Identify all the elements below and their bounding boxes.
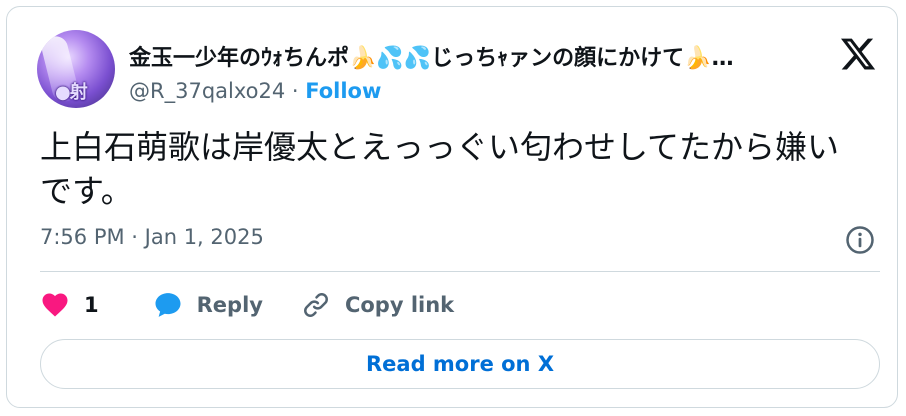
action-bar: 1 Reply Copy link — [40, 288, 492, 322]
reply-label: Reply — [196, 293, 263, 317]
handle-separator: · — [285, 79, 306, 103]
avatar-overlay-text: ●射 — [55, 82, 88, 103]
divider — [40, 271, 880, 272]
speech-bubble-icon — [155, 293, 181, 317]
author-display-name[interactable]: 金玉一少年のｳｫちんポ🍌💦💦じっちｬァンの顔にかけて🍌… — [129, 40, 819, 72]
like-count: 1 — [84, 293, 99, 317]
author-handle-row: @R_37qalxo24 · Follow — [129, 79, 381, 103]
follow-button[interactable]: Follow — [305, 79, 381, 103]
tweet-timestamp[interactable]: 7:56 PM · Jan 1, 2025 — [40, 225, 264, 249]
x-logo-icon[interactable] — [839, 35, 877, 73]
link-icon — [304, 293, 328, 317]
copy-link-button[interactable]: Copy link — [301, 290, 454, 320]
author-handle[interactable]: @R_37qalxo24 — [129, 79, 285, 103]
avatar[interactable]: ●射 — [37, 30, 115, 108]
heart-icon — [42, 293, 68, 317]
read-more-label: Read more on X — [365, 352, 555, 376]
info-icon[interactable] — [845, 225, 875, 255]
read-more-button[interactable]: Read more on X — [40, 339, 880, 389]
like-button[interactable]: 1 — [40, 290, 99, 320]
tweet-card: ●射 金玉一少年のｳｫちんポ🍌💦💦じっちｬァンの顔にかけて🍌… @R_37qal… — [6, 6, 898, 408]
tweet-text: 上白石萌歌は岸優太とえっっぐい匂わせしてたから嫌いです。 — [40, 128, 840, 210]
reply-button[interactable]: Reply — [153, 290, 263, 320]
copy-link-label: Copy link — [344, 293, 455, 317]
